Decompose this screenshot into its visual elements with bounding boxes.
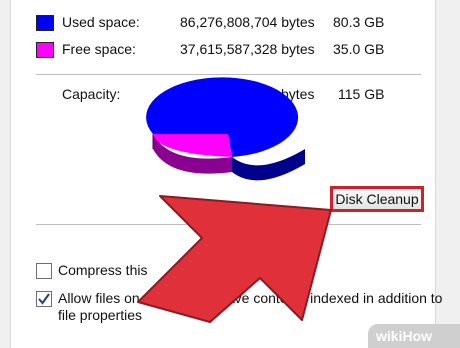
used-space-color-swatch [36, 15, 54, 31]
free-space-label: Free space: [62, 41, 136, 57]
checkmark-icon [38, 293, 50, 305]
free-space-size: 35.0 GB [333, 41, 385, 57]
index-label-line2: file properties [58, 307, 143, 323]
capacity-bytes: 123,892,396,032 bytes [172, 86, 315, 102]
capacity-size: 115 GB [338, 86, 385, 102]
wikihow-logo: wikiHow [368, 324, 460, 348]
pie-slice-free [153, 134, 232, 157]
used-space-size: 80.3 GB [333, 14, 385, 30]
free-space-bytes: 37,615,587,328 bytes [180, 41, 315, 57]
index-checkbox[interactable] [36, 291, 52, 307]
pie-side-used [232, 149, 305, 181]
compress-checkbox[interactable] [36, 263, 52, 279]
disk-cleanup-button[interactable]: Disk Cleanup [330, 186, 424, 212]
divider-bottom [36, 224, 421, 225]
used-space-bytes: 86,276,808,704 bytes [180, 14, 315, 30]
window-left-border [0, 0, 11, 348]
free-space-color-swatch [36, 42, 54, 58]
used-space-label: Used space: [62, 14, 140, 30]
pie-side-free [153, 134, 232, 174]
capacity-label: Capacity: [62, 86, 121, 102]
divider-top [36, 74, 421, 75]
index-label-line1: Allow files on this drive to have conten… [58, 290, 443, 306]
compress-label: Compress this [58, 262, 148, 278]
